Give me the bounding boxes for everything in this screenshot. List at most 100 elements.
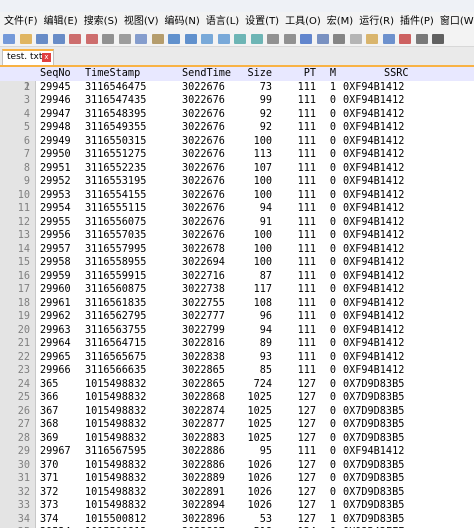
timestamp-cell: 1015498832 xyxy=(85,473,147,484)
seqno-cell: 368 xyxy=(40,419,59,430)
seqno-cell: 374 xyxy=(40,513,59,525)
menu-item[interactable]: 文件(F) xyxy=(0,12,40,32)
monitor-icon[interactable] xyxy=(382,34,395,44)
copy-icon[interactable] xyxy=(135,34,147,44)
undo-icon[interactable] xyxy=(168,34,180,44)
timestamp-cell: 3116565675 xyxy=(85,351,147,363)
pt-cell: 111 xyxy=(297,297,316,309)
menu-item[interactable]: 搜索(S) xyxy=(80,12,120,32)
text-line: 21 29964 3116564715 3022816 89 111 0 0XF94B1412 xyxy=(0,337,474,351)
zoom-out-icon[interactable] xyxy=(250,34,263,44)
text-line: 16 29959 3116559915 3022716 87 111 0 0XF94B1412 xyxy=(0,270,474,284)
seqno-cell: 29958 xyxy=(40,257,71,268)
menu-item[interactable]: 设置(T) xyxy=(241,12,281,32)
text-line: 12 29955 3116556075 3022676 91 111 0 0XF94B1412 xyxy=(0,216,474,230)
pt-cell: 111 xyxy=(297,216,316,228)
sendtime-cell: 3022868 xyxy=(182,392,225,403)
menu-item[interactable]: 插件(P) xyxy=(396,12,436,32)
play-macro-icon[interactable] xyxy=(432,34,444,44)
timestamp-cell: 1015498832 xyxy=(85,486,147,498)
redo-icon[interactable] xyxy=(184,34,197,44)
text-line: 30 370 1015498832 3022886 1026 127 0 0X7D9D83B5 xyxy=(0,459,474,473)
sendtime-cell: 3022883 xyxy=(182,432,225,444)
menu-item[interactable]: 语言(L) xyxy=(202,12,241,32)
line-number: 24 xyxy=(17,378,30,390)
m-cell: 0 xyxy=(329,392,336,403)
ssrc-cell: 0XF94B1412 xyxy=(343,338,405,349)
menu-item[interactable]: 窗口(W) xyxy=(436,12,474,32)
record-macro-icon[interactable] xyxy=(399,34,411,44)
close-icon[interactable] xyxy=(69,34,81,44)
folder-workspace-icon[interactable] xyxy=(366,34,378,44)
line-number: 26 xyxy=(17,405,30,417)
seqno-cell: 369 xyxy=(40,432,59,444)
cut-icon[interactable] xyxy=(118,34,131,44)
seqno-cell: 29964 xyxy=(40,338,71,349)
sync-scroll-icon[interactable] xyxy=(267,34,279,44)
m-cell: 0 xyxy=(329,135,336,147)
zoom-in-icon[interactable] xyxy=(234,34,246,44)
tab-close-icon[interactable]: x xyxy=(42,53,51,62)
indent-guide-icon[interactable] xyxy=(333,34,345,44)
pt-cell: 127 xyxy=(297,513,316,525)
menu-item[interactable]: 工具(O) xyxy=(281,12,323,32)
paste-icon[interactable] xyxy=(151,34,164,44)
timestamp-cell: 1015498832 xyxy=(85,419,147,430)
word-wrap-icon[interactable] xyxy=(300,34,312,44)
text-editor[interactable]: 1 SeqNo TimeStamp SendTime Size PT M SSR… xyxy=(0,67,474,528)
line-number: 17 xyxy=(17,284,30,295)
timestamp-cell: 3116549355 xyxy=(85,122,147,133)
ssrc-cell: 0XF94B1412 xyxy=(343,297,405,309)
text-line: 5 29948 3116549355 3022676 92 111 0 0XF94B1412 xyxy=(0,121,474,135)
text-line: 9 29952 3116553195 3022676 100 111 0 0XF94B1412 xyxy=(0,175,474,189)
sendtime-cell: 3022874 xyxy=(182,405,225,417)
menu-item[interactable]: 视图(V) xyxy=(120,12,161,32)
menu-item[interactable]: 编辑(E) xyxy=(40,12,80,32)
function-list-icon[interactable] xyxy=(349,34,362,44)
ssrc-cell: 0X7D9D83B5 xyxy=(343,405,405,417)
ssrc-cell: 0XF94B1412 xyxy=(343,189,405,201)
save-icon[interactable] xyxy=(36,34,48,44)
open-file-icon[interactable] xyxy=(19,34,32,44)
seqno-cell: 29945 xyxy=(40,81,71,93)
sendtime-cell: 3022799 xyxy=(182,324,225,336)
sync-scroll-h-icon[interactable] xyxy=(283,34,296,44)
replace-icon[interactable] xyxy=(217,34,230,44)
pt-cell: 111 xyxy=(297,284,316,295)
line-number: 13 xyxy=(17,230,30,241)
menu-item[interactable]: 运行(R) xyxy=(355,12,396,32)
print-icon[interactable] xyxy=(102,34,114,44)
find-icon[interactable] xyxy=(201,34,213,44)
ssrc-cell: 0X7D9D83B5 xyxy=(343,378,405,390)
menu-item[interactable]: 宏(M) xyxy=(323,12,355,32)
timestamp-cell: 3116559915 xyxy=(85,270,147,282)
line-number: 19 xyxy=(17,311,30,322)
m-cell: 0 xyxy=(329,162,336,174)
close-all-icon[interactable] xyxy=(85,34,98,44)
line-number: 12 xyxy=(17,216,30,228)
line-number: 29 xyxy=(17,446,30,457)
pt-cell: 111 xyxy=(297,95,316,106)
m-cell: 0 xyxy=(329,257,336,268)
m-cell: 0 xyxy=(329,284,336,295)
text-line: 19 29962 3116562795 3022777 96 111 0 0XF94B1412 xyxy=(0,310,474,324)
sendtime-cell: 3022678 xyxy=(182,243,225,255)
stop-macro-icon[interactable] xyxy=(415,34,428,44)
timestamp-cell: 1015498832 xyxy=(85,432,147,444)
menu-item[interactable]: 编码(N) xyxy=(161,12,202,32)
text-line: 25 366 1015498832 3022868 1025 127 0 0X7D9D83B5 xyxy=(0,391,474,405)
show-all-chars-icon[interactable] xyxy=(316,34,329,44)
size-cell: 96 xyxy=(259,311,272,322)
line-number: 25 xyxy=(17,392,30,403)
save-all-icon[interactable] xyxy=(52,34,65,44)
ssrc-cell: 0XF94B1412 xyxy=(343,257,405,268)
pt-cell: 111 xyxy=(297,176,316,187)
timestamp-cell: 3116558955 xyxy=(85,257,147,268)
ssrc-cell: 0XF94B1412 xyxy=(343,324,405,336)
seqno-cell: 29959 xyxy=(40,270,71,282)
text-line: 27 368 1015498832 3022877 1025 127 0 0X7D9D83B5 xyxy=(0,418,474,432)
timestamp-cell: 1015498832 xyxy=(85,500,147,511)
m-cell: 0 xyxy=(329,486,336,498)
tab-test-txt[interactable]: test. txt x xyxy=(2,49,54,65)
new-file-icon[interactable] xyxy=(3,34,15,44)
